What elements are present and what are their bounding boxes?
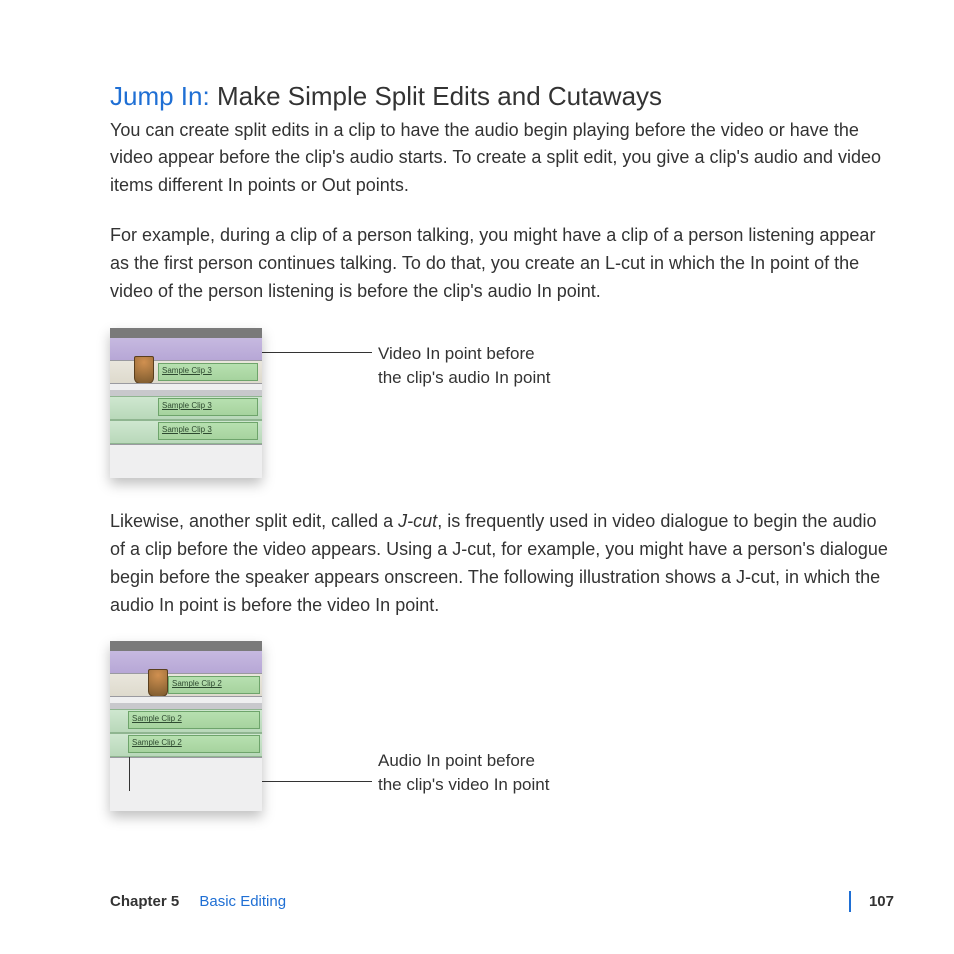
lcut-timeline-thumb: Sample Clip 3 Sample Clip 3 Sample Clip …	[110, 328, 262, 478]
page: Jump In: Make Simple Split Edits and Cut…	[0, 0, 954, 954]
lcut-callout-line2: the clip's audio In point	[378, 368, 550, 387]
jcut-callout: Audio In point before the clip's video I…	[378, 749, 549, 797]
jcut-playhead-icon	[148, 669, 168, 697]
figure-jcut: Sample Clip 2 Sample Clip 2 Sample Clip …	[110, 641, 894, 811]
lcut-playhead-icon	[134, 356, 154, 384]
jcut-audio-clip-1: Sample Clip 2	[128, 711, 260, 729]
lcut-audio-clip-1: Sample Clip 3	[158, 398, 258, 416]
footer-title: Basic Editing	[199, 893, 286, 910]
jcut-callout-line1: Audio In point before	[378, 751, 535, 770]
footer-left: Chapter 5 Basic Editing	[110, 893, 286, 910]
heading-jump-in: Jump In:	[110, 81, 210, 111]
lcut-callout-line1: Video In point before	[378, 344, 535, 363]
jcut-leader-line	[262, 781, 372, 782]
jcut-audio-clip-2: Sample Clip 2	[128, 735, 260, 753]
lcut-leader-line	[262, 352, 372, 353]
intro-paragraph-2: For example, during a clip of a person t…	[110, 222, 894, 306]
jcut-term: J-cut	[398, 511, 437, 531]
jcut-timeline-thumb: Sample Clip 2 Sample Clip 2 Sample Clip …	[110, 641, 262, 811]
footer-chapter: Chapter 5	[110, 893, 179, 910]
lcut-callout: Video In point before the clip's audio I…	[378, 342, 550, 390]
jcut-callout-line2: the clip's video In point	[378, 775, 549, 794]
jcut-video-clip: Sample Clip 2	[168, 676, 260, 694]
heading-title: Make Simple Split Edits and Cutaways	[217, 81, 662, 111]
jcut-para-a: Likewise, another split edit, called a	[110, 511, 398, 531]
page-footer: Chapter 5 Basic Editing 107	[110, 891, 894, 912]
figure-lcut: Sample Clip 3 Sample Clip 3 Sample Clip …	[110, 328, 894, 478]
jcut-paragraph: Likewise, another split edit, called a J…	[110, 508, 894, 620]
section-heading: Jump In: Make Simple Split Edits and Cut…	[110, 80, 894, 113]
footer-page-number: 107	[849, 891, 894, 912]
intro-paragraph-1: You can create split edits in a clip to …	[110, 117, 894, 201]
jcut-internal-leader	[129, 757, 130, 791]
lcut-video-clip: Sample Clip 3	[158, 363, 258, 381]
lcut-audio-clip-2: Sample Clip 3	[158, 422, 258, 440]
